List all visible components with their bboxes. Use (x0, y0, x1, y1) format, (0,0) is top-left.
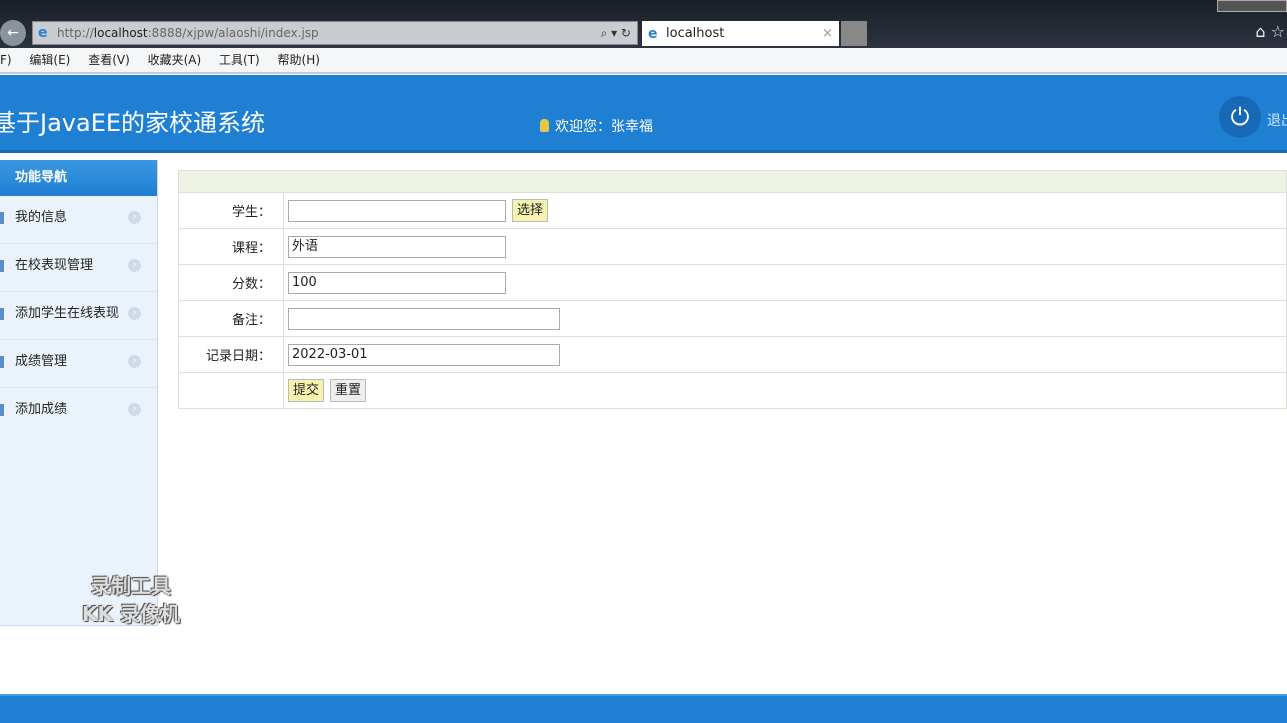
footer-bar (0, 694, 1287, 723)
item-icon (0, 212, 4, 224)
sidebar-item-label: 我的信息 (15, 210, 68, 225)
student-label: 学生： (178, 192, 284, 229)
chevron-right-icon: › (128, 307, 141, 320)
sidebar-item-label: 在校表现管理 (15, 258, 94, 273)
item-icon (0, 308, 4, 320)
menu-file[interactable]: F) (0, 53, 12, 67)
window-controls[interactable] (1217, 0, 1287, 12)
app-header: 基于JavaEE的家校通系统 欢迎您：张幸福 ⏻ 退出 (0, 75, 1287, 153)
search-refresh-icon[interactable]: ⌕ ▾ ↻ (601, 22, 631, 44)
date-input[interactable]: 2022-03-01 (288, 343, 560, 366)
item-icon (0, 356, 4, 368)
score-label: 分数： (178, 264, 284, 301)
date-label: 记录日期： (178, 336, 284, 373)
chevron-right-icon: › (128, 355, 141, 368)
score-input[interactable]: 100 (288, 271, 506, 294)
home-star-icon[interactable]: ⌂ ☆ (1255, 22, 1285, 41)
watermark-line: KK 录像机 (82, 602, 180, 626)
recorder-watermark: 录制工具 KK 录像机 (82, 572, 180, 628)
welcome-label: 欢迎您：张幸福 (555, 119, 653, 135)
reset-button[interactable]: 重置 (330, 379, 367, 402)
sidebar-item-label: 成绩管理 (15, 354, 68, 369)
tab-title: localhost (666, 26, 725, 41)
item-icon (0, 404, 4, 416)
menu-view[interactable]: 查看(V) (88, 53, 130, 67)
sidebar-item-add-score[interactable]: 添加成绩 › (0, 388, 157, 436)
url-path: :8888/xjpw/alaoshi/index.jsp (147, 26, 319, 40)
sidebar-item-add-online-performance[interactable]: 添加学生在线表现 › (0, 292, 157, 340)
add-score-form: 学生： 选择 课程： 外语 分数： 100 备注： 记录日期： 2022-03-… (178, 170, 1287, 409)
course-input[interactable]: 外语 (288, 235, 506, 258)
power-icon[interactable]: ⏻ (1219, 96, 1261, 138)
sidebar-item-label: 添加学生在线表现 (15, 306, 120, 321)
ie-icon: e (648, 26, 658, 42)
sidebar: 功能导航 我的信息 › 在校表现管理 › 添加学生在线表现 › 成绩管理 › 添加成绩 › (0, 160, 158, 626)
menu-bar: F) 编辑(E) 查看(V) 收藏夹(A) 工具(T) 帮助(H) (0, 48, 1287, 74)
chevron-right-icon: › (128, 403, 141, 416)
app-title: 基于JavaEE的家校通系统 (0, 109, 266, 137)
sidebar-item-school-performance[interactable]: 在校表现管理 › (0, 244, 157, 292)
url-prefix: http:// (57, 26, 94, 40)
chevron-right-icon: › (128, 211, 141, 224)
ie-icon: e (38, 25, 48, 41)
logout-link[interactable]: 退出 (1267, 110, 1287, 130)
item-icon (0, 260, 4, 272)
student-input[interactable] (288, 199, 506, 222)
menu-edit[interactable]: 编辑(E) (29, 53, 70, 67)
browser-tab[interactable]: e localhost × (642, 21, 839, 46)
remark-input[interactable] (288, 307, 560, 330)
menu-tools[interactable]: 工具(T) (219, 53, 260, 67)
address-bar[interactable]: e http://localhost:8888/xjpw/alaoshi/ind… (32, 21, 638, 45)
form-header (178, 170, 1287, 193)
user-icon (540, 119, 549, 132)
close-tab-icon[interactable]: × (822, 21, 833, 46)
course-label: 课程： (178, 228, 284, 265)
url-host: localhost (93, 26, 148, 40)
menu-help[interactable]: 帮助(H) (278, 53, 320, 67)
sidebar-item-score-management[interactable]: 成绩管理 › (0, 340, 157, 388)
menu-favorites[interactable]: 收藏夹(A) (148, 53, 202, 67)
browser-chrome: ← e http://localhost:8888/xjpw/alaoshi/i… (0, 0, 1287, 48)
chevron-right-icon: › (128, 259, 141, 272)
remark-label: 备注： (178, 300, 284, 337)
watermark-line: 录制工具 (90, 574, 171, 598)
new-tab-button[interactable] (841, 21, 867, 46)
sidebar-item-my-info[interactable]: 我的信息 › (0, 196, 157, 244)
empty-cell (178, 372, 284, 409)
sidebar-item-label: 添加成绩 (15, 402, 68, 417)
submit-button[interactable]: 提交 (288, 379, 325, 402)
back-button[interactable]: ← (0, 20, 26, 46)
select-student-button[interactable]: 选择 (512, 199, 549, 222)
sidebar-title: 功能导航 (0, 160, 157, 196)
welcome-text: 欢迎您：张幸福 (540, 116, 653, 136)
